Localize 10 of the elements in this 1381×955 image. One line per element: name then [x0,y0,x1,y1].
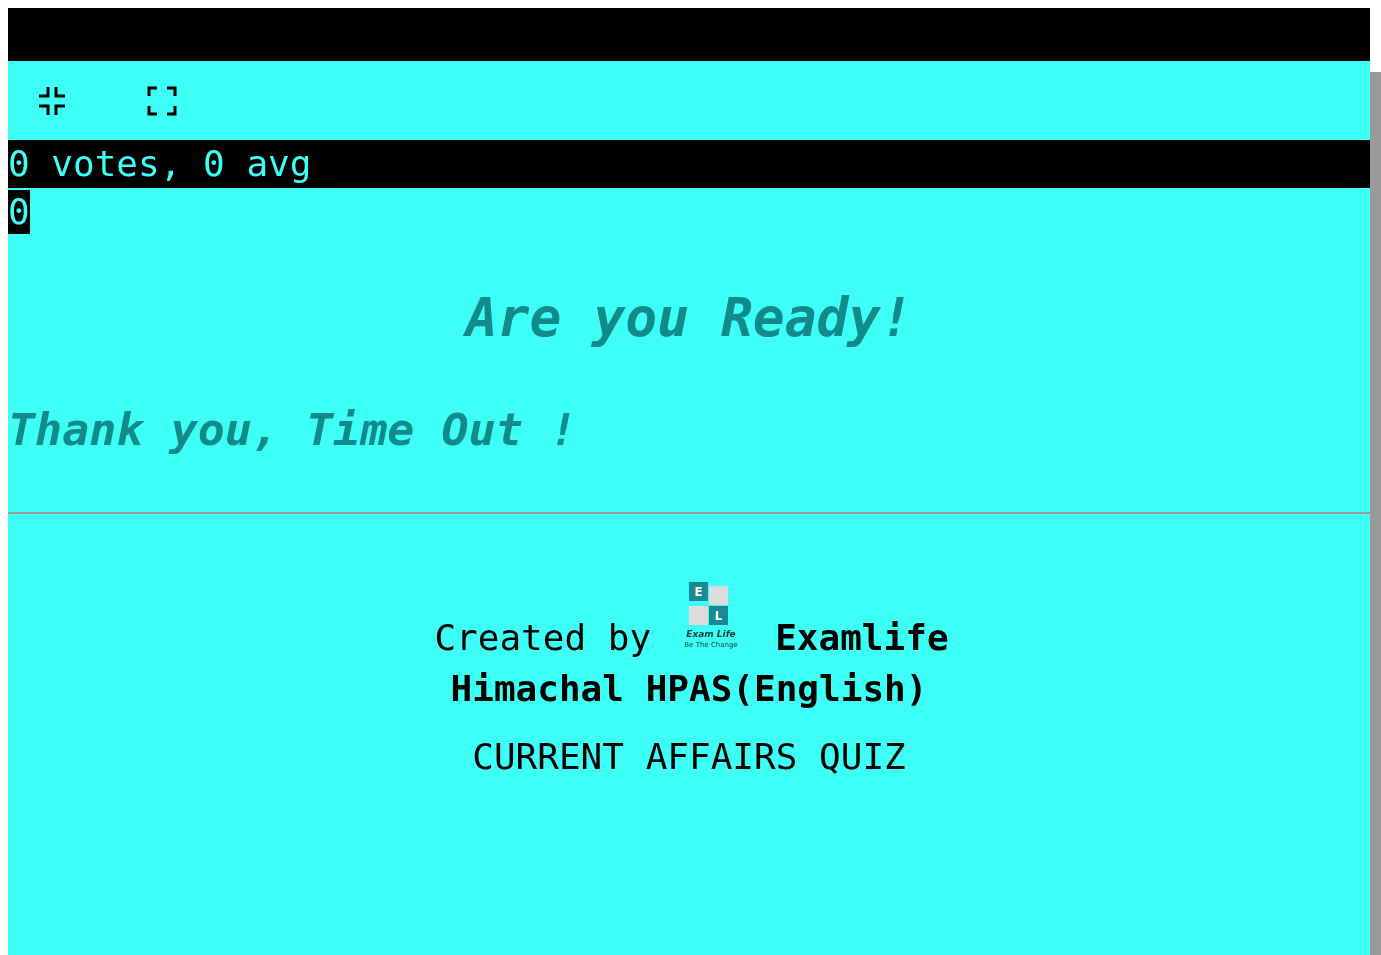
brand-name: Examlife [775,616,949,660]
created-by-text: Created by [434,616,652,660]
exam-subtitle: Himachal HPAS(English) [450,667,928,711]
fullscreen-icon[interactable] [147,85,177,116]
vote-count: 0 [8,190,30,234]
rating-summary: 0 votes, 0 avg [8,143,312,184]
quiz-title: CURRENT AFFAIRS QUIZ [472,735,906,779]
exit-fullscreen-icon[interactable] [37,85,67,116]
timeout-message: Thank you, Time Out ! [8,402,578,458]
quiz-heading: Are you Ready! [462,286,914,350]
